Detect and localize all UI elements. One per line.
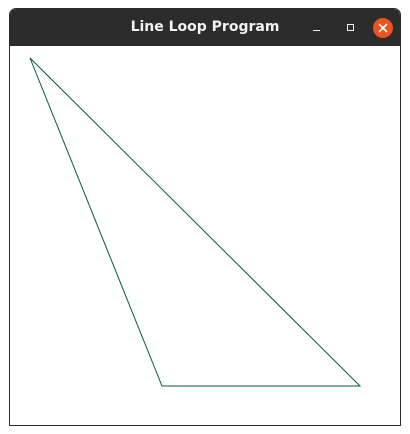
maximize-button[interactable]: [341, 18, 361, 38]
maximize-icon: [347, 24, 354, 31]
title-bar[interactable]: Line Loop Program: [10, 9, 400, 46]
app-window: Line Loop Program: [9, 8, 401, 426]
drawing-canvas: [10, 46, 400, 425]
minimize-button[interactable]: [307, 18, 327, 38]
close-button[interactable]: [373, 18, 393, 38]
line-loop-triangle: [29, 57, 362, 387]
close-icon: [378, 23, 388, 33]
minimize-icon: [313, 30, 320, 31]
drawing-surface: [29, 57, 362, 387]
